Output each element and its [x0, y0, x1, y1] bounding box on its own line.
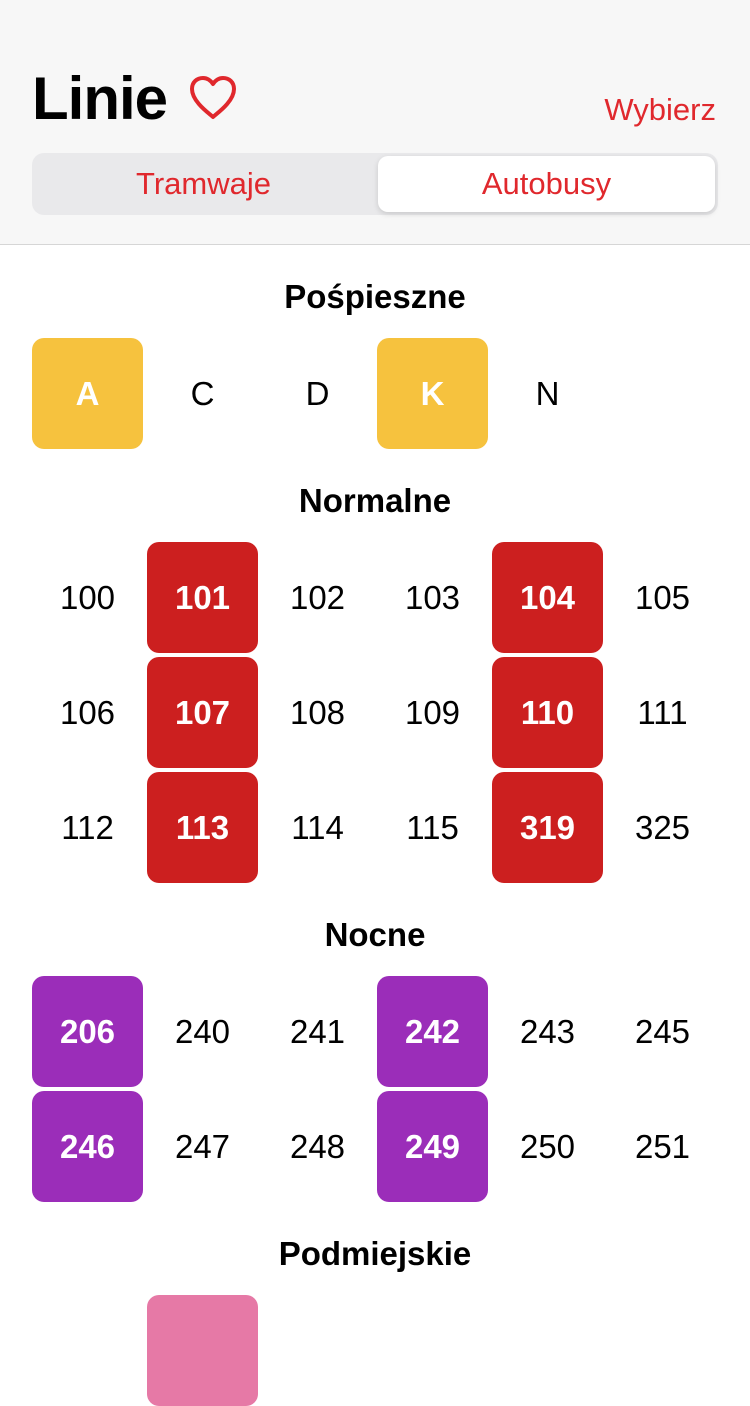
- line-cell[interactable]: N: [492, 338, 603, 449]
- line-cell[interactable]: 241: [262, 976, 373, 1087]
- line-cell[interactable]: 246: [32, 1091, 143, 1202]
- line-cell[interactable]: 109: [377, 657, 488, 768]
- line-cell[interactable]: 107: [147, 657, 258, 768]
- line-cell[interactable]: [147, 1295, 258, 1406]
- line-cell[interactable]: 115: [377, 772, 488, 883]
- line-cell[interactable]: 240: [147, 976, 258, 1087]
- line-cell[interactable]: 102: [262, 542, 373, 653]
- line-cell[interactable]: 245: [607, 976, 718, 1087]
- line-cell[interactable]: 250: [492, 1091, 603, 1202]
- heart-icon[interactable]: [188, 74, 238, 122]
- tab-autobusy[interactable]: Autobusy: [378, 156, 715, 212]
- line-cell[interactable]: 247: [147, 1091, 258, 1202]
- line-cell[interactable]: 114: [262, 772, 373, 883]
- line-cell[interactable]: 105: [607, 542, 718, 653]
- segmented-control: Tramwaje Autobusy: [32, 153, 718, 215]
- line-cell[interactable]: 319: [492, 772, 603, 883]
- line-cell[interactable]: 248: [262, 1091, 373, 1202]
- line-cell[interactable]: 104: [492, 542, 603, 653]
- select-button[interactable]: Wybierz: [604, 92, 716, 128]
- line-cell[interactable]: 243: [492, 976, 603, 1087]
- line-cell[interactable]: D: [262, 338, 373, 449]
- tab-tramwaje[interactable]: Tramwaje: [35, 156, 372, 212]
- section-title-pospieszne: Pośpieszne: [284, 278, 466, 315]
- section-title-nocne: Nocne: [324, 916, 426, 953]
- line-cell[interactable]: A: [32, 338, 143, 449]
- line-cell[interactable]: 242: [377, 976, 488, 1087]
- line-cell[interactable]: 325: [607, 772, 718, 883]
- line-cell[interactable]: C: [147, 338, 258, 449]
- line-cell[interactable]: [32, 1295, 143, 1406]
- line-cell[interactable]: 249: [377, 1091, 488, 1202]
- line-cell[interactable]: 206: [32, 976, 143, 1087]
- line-cell[interactable]: 106: [32, 657, 143, 768]
- section-title-normalne: Normalne: [298, 482, 452, 519]
- line-cell[interactable]: 101: [147, 542, 258, 653]
- line-cell[interactable]: 111: [607, 657, 718, 768]
- page-title: Linie: [32, 65, 168, 132]
- line-cell[interactable]: 108: [262, 657, 373, 768]
- navigation-header: Linie Wybierz Tramwaje Autobusy: [0, 0, 750, 245]
- line-cell[interactable]: 251: [607, 1091, 718, 1202]
- section-title-podmiejskie: Podmiejskie: [278, 1235, 472, 1272]
- line-cell[interactable]: K: [377, 338, 488, 449]
- line-cell[interactable]: 113: [147, 772, 258, 883]
- line-cell[interactable]: 112: [32, 772, 143, 883]
- line-cell[interactable]: 100: [32, 542, 143, 653]
- line-cell[interactable]: 103: [377, 542, 488, 653]
- line-cell[interactable]: 110: [492, 657, 603, 768]
